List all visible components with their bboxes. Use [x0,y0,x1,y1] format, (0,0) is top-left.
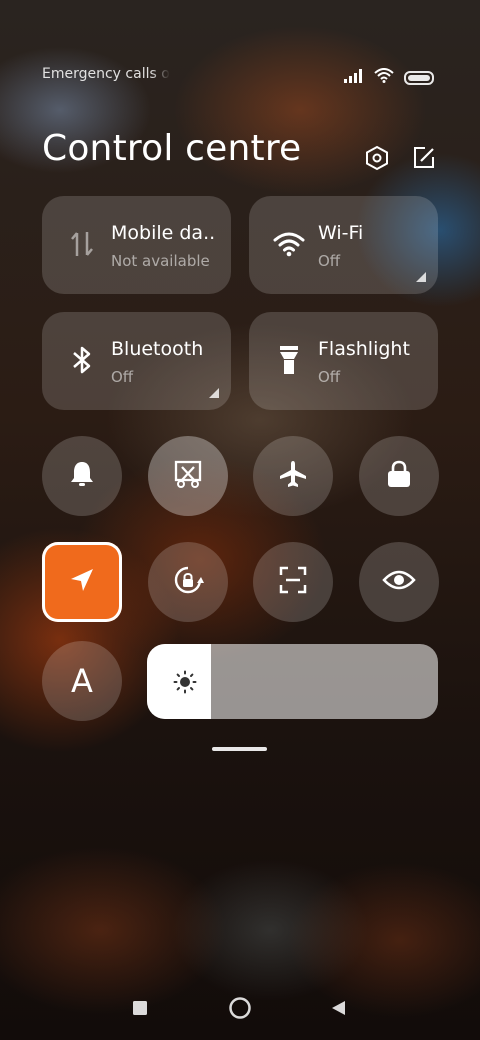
eye-icon [382,568,416,596]
tile-wifi[interactable]: Wi-Fi Off [249,196,438,294]
mobile-data-icon [66,228,98,260]
brightness-slider[interactable] [147,644,438,719]
airplane-icon [278,459,308,493]
toggle-sound[interactable] [42,436,122,516]
font-letter: A [71,662,93,700]
recents-button[interactable] [128,998,152,1022]
expand-arrow-icon[interactable] [416,272,426,282]
toggle-rotation-lock[interactable] [148,542,228,622]
expand-arrow-icon[interactable] [209,388,219,398]
status-bar: Emergency calls o [42,66,434,86]
home-button[interactable] [228,996,252,1024]
battery-icon [404,70,434,85]
tile-label: Flashlight [318,338,410,360]
scanner-icon [278,565,308,599]
toggle-reading-mode[interactable] [359,542,439,622]
toggle-airplane[interactable] [253,436,333,516]
tile-label: Wi-Fi [318,222,364,244]
drag-handle[interactable] [212,747,267,751]
flashlight-icon [273,344,305,376]
location-icon [68,566,96,598]
wifi-icon [273,228,305,260]
toggle-lock-screen[interactable] [359,436,439,516]
tile-state: Off [318,252,341,270]
tile-state: Not available [111,252,210,270]
back-icon [329,999,347,1021]
toggle-font[interactable]: A [42,641,122,721]
status-icons [344,68,434,87]
bell-icon [68,459,96,493]
tile-state: Off [318,368,341,386]
toggle-location[interactable] [42,542,122,622]
tile-state: Off [111,368,134,386]
tile-flashlight[interactable]: Flashlight Off [249,312,438,410]
recents-icon [132,1000,148,1020]
page-title: Control centre [42,128,302,169]
tile-bluetooth[interactable]: Bluetooth Off [42,312,231,410]
lock-icon [385,459,413,493]
back-button[interactable] [326,998,350,1022]
rotation-lock-icon [171,563,205,601]
edit-button[interactable] [410,146,438,174]
brightness-icon [173,670,197,694]
bluetooth-icon [66,344,98,376]
home-icon [228,996,252,1024]
edit-icon [411,145,437,175]
toggle-screenshot[interactable] [148,436,228,516]
settings-icon [364,145,390,175]
tile-mobile-data[interactable]: Mobile da.. Not available [42,196,231,294]
carrier-text: Emergency calls o [42,66,170,82]
signal-icon [344,68,364,87]
screenshot-icon [173,459,203,493]
wifi-icon [374,68,394,87]
tile-label: Mobile da.. [111,222,216,244]
toggle-scanner[interactable] [253,542,333,622]
tile-label: Bluetooth [111,338,204,360]
settings-button[interactable] [363,145,391,175]
